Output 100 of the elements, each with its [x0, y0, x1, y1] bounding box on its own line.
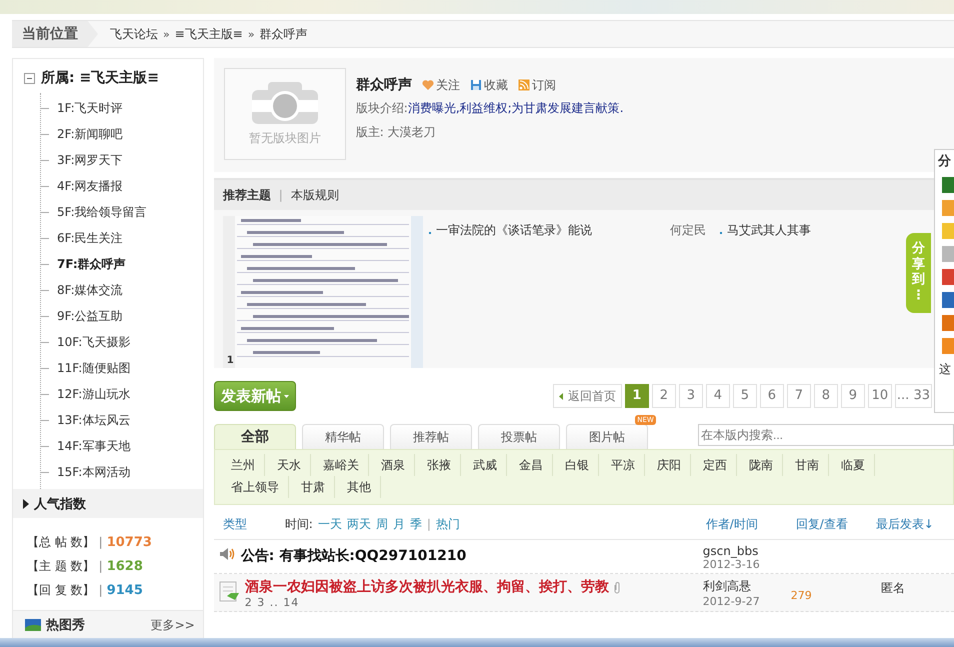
region-link[interactable]: 省上领导: [222, 476, 289, 498]
breadcrumb-separator: »: [248, 28, 255, 40]
announcement-title[interactable]: 公告: 有事找站长:QQ297101210: [240, 544, 466, 568]
region-link[interactable]: 武威: [464, 454, 507, 476]
region-link[interactable]: 嘉峪关: [314, 454, 369, 476]
hot-filter[interactable]: 热门: [436, 516, 460, 532]
author-name[interactable]: gscn_bbs: [702, 544, 791, 558]
section-title: 人气指数: [34, 496, 86, 512]
filter-tab[interactable]: 投票帖: [478, 424, 560, 449]
filter-tab[interactable]: 推荐帖: [390, 424, 472, 449]
more-link[interactable]: 更多>>: [150, 616, 195, 634]
region-link[interactable]: 兰州: [222, 454, 265, 476]
page-button[interactable]: ... 33: [894, 384, 932, 408]
filter-separator: |: [426, 517, 431, 531]
page-button[interactable]: 9: [840, 384, 865, 408]
region-link[interactable]: 其他: [338, 476, 381, 498]
image-index: 1: [226, 355, 234, 366]
region-link[interactable]: 白银: [556, 454, 599, 476]
region-link[interactable]: 临夏: [832, 454, 875, 476]
page-button[interactable]: 3: [678, 384, 703, 408]
share-service-icon[interactable]: [942, 246, 954, 262]
back-button[interactable]: 返回首页: [552, 384, 622, 408]
time-filter[interactable]: 季: [410, 516, 422, 532]
time-filter[interactable]: 一天: [318, 516, 342, 532]
caret-left-icon: [558, 392, 563, 400]
tab[interactable]: 本版规则: [290, 186, 339, 204]
intro-text: 消费曝光,利益维权;为甘肃发展建言献策.: [408, 101, 624, 115]
reply-count: 279: [790, 589, 812, 602]
image-caption: 暂无版块图片: [248, 130, 321, 146]
author-name[interactable]: 匿名: [880, 581, 905, 595]
page-button[interactable]: 4: [706, 384, 730, 408]
share-title: 分: [938, 153, 951, 170]
speaker-icon: [218, 547, 235, 561]
region-link[interactable]: 庆阳: [648, 454, 691, 476]
forum-name: 群众呼声: [356, 76, 412, 94]
section-title: 热图秀: [46, 616, 86, 634]
time-filter[interactable]: 两天: [346, 516, 371, 532]
author-name[interactable]: 利剑高悬: [702, 578, 791, 595]
tab-separator: |: [278, 188, 283, 202]
stat-divider: |: [98, 535, 103, 549]
post-date: 2012-3-16: [702, 558, 761, 571]
share-service-icon[interactable]: [942, 315, 954, 331]
rss-icon: [518, 79, 530, 91]
page-button[interactable]: 7: [786, 384, 811, 408]
page-button[interactable]: 2: [652, 384, 676, 408]
heart-icon: [422, 79, 434, 91]
sidebar-title: 所属: ≡飞天主版≡: [41, 69, 159, 87]
thread-title[interactable]: 酒泉一农妇因被盗上访多次被扒光衣服、拘留、挨打、劳教: [244, 578, 609, 596]
breadcrumb-link[interactable]: ≡飞天主版≡: [174, 26, 243, 42]
region-link[interactable]: 金昌: [510, 454, 553, 476]
stat-label: 【回 复 数】: [27, 582, 95, 598]
filter-tab[interactable]: 精华帖: [302, 424, 384, 449]
share-service-icon[interactable]: [942, 338, 954, 354]
location-label: 当前位置: [12, 21, 98, 47]
type-filter[interactable]: 类型: [214, 516, 285, 532]
filter-tab[interactable]: 图片帖: [566, 424, 648, 449]
stat-value: 10773: [106, 534, 152, 550]
action-link[interactable]: 关注: [422, 76, 460, 94]
share-service-icon[interactable]: [942, 223, 954, 239]
caret-down-icon: [284, 394, 289, 398]
filter-tab[interactable]: 全部: [214, 424, 296, 449]
page-button[interactable]: 6: [760, 384, 784, 408]
region-link[interactable]: 天水: [268, 454, 311, 476]
time-filter[interactable]: 月: [392, 516, 405, 532]
region-link[interactable]: 甘肃: [292, 476, 335, 498]
document-icon: [218, 581, 239, 603]
page-button[interactable]: 10: [868, 384, 892, 408]
landscape-icon: [25, 619, 41, 631]
region-link[interactable]: 定西: [694, 454, 737, 476]
action-link[interactable]: 收藏: [470, 76, 508, 94]
column-header[interactable]: 回复/查看: [796, 516, 876, 532]
intro-label: 版块介绍:: [356, 101, 408, 115]
region-link[interactable]: 陇南: [740, 454, 783, 476]
share-service-icon[interactable]: [942, 292, 954, 308]
stat-label: 【主 题 数】: [27, 558, 95, 574]
column-header[interactable]: 作者/时间: [706, 516, 796, 532]
breadcrumb-link[interactable]: 群众呼声: [260, 26, 308, 42]
region-link[interactable]: 平凉: [602, 454, 645, 476]
column-header[interactable]: 最后发表↓: [876, 516, 946, 532]
action-link[interactable]: 订阅: [518, 76, 556, 94]
breadcrumb-link[interactable]: 飞天论坛: [110, 26, 158, 42]
time-filter[interactable]: 周: [376, 516, 388, 532]
stat-divider: |: [98, 559, 103, 573]
camera-icon: [252, 82, 318, 124]
region-link[interactable]: 甘南: [786, 454, 829, 476]
topic-link[interactable]: 马艾武其人其事: [726, 222, 811, 239]
topic-link[interactable]: 一审法院的《谈话笔录》能说: [436, 222, 592, 239]
stat-divider: |: [98, 583, 103, 597]
share-service-icon[interactable]: [942, 200, 954, 216]
region-link[interactable]: 酒泉: [372, 454, 415, 476]
share-service-icon[interactable]: [942, 269, 954, 285]
region-link[interactable]: 张掖: [418, 454, 461, 476]
page-button[interactable]: 8: [814, 384, 838, 408]
stat-value: 9145: [106, 582, 143, 598]
page-button[interactable]: 5: [732, 384, 757, 408]
page-links[interactable]: 2 3 .. 14: [244, 596, 621, 609]
post-date: 2012-9-27: [702, 595, 761, 608]
search-field[interactable]: 在本版内搜索...: [698, 424, 954, 446]
tab[interactable]: 推荐主题: [222, 186, 271, 204]
share-service-icon[interactable]: [942, 177, 954, 193]
